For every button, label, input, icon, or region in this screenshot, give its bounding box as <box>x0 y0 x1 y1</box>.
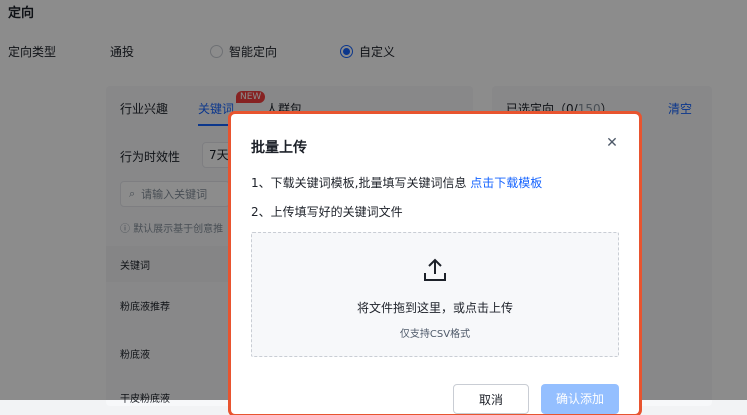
upload-icon <box>424 258 446 281</box>
drop-zone-format-hint: 仅支持CSV格式 <box>399 329 471 340</box>
file-drop-zone[interactable]: 将文件拖到这里，或点击上传 仅支持CSV格式 <box>251 232 619 357</box>
step-upload: 2、上传填写好的关键词文件 <box>251 205 403 219</box>
batch-upload-dialog: 批量上传 ✕ 1、下载关键词模板,批量填写关键词信息 点击下载模板 2、上传填写… <box>231 114 639 414</box>
drop-zone-instruction: 将文件拖到这里，或点击上传 <box>356 301 513 315</box>
step-download: 1、下载关键词模板,批量填写关键词信息 点击下载模板 <box>251 176 543 190</box>
cancel-button[interactable]: 取消 <box>453 384 529 414</box>
dialog-title: 批量上传 <box>251 140 307 156</box>
close-icon[interactable]: ✕ <box>605 136 619 150</box>
confirm-add-button[interactable]: 确认添加 <box>541 384 619 414</box>
download-template-link[interactable]: 点击下载模板 <box>470 176 542 190</box>
